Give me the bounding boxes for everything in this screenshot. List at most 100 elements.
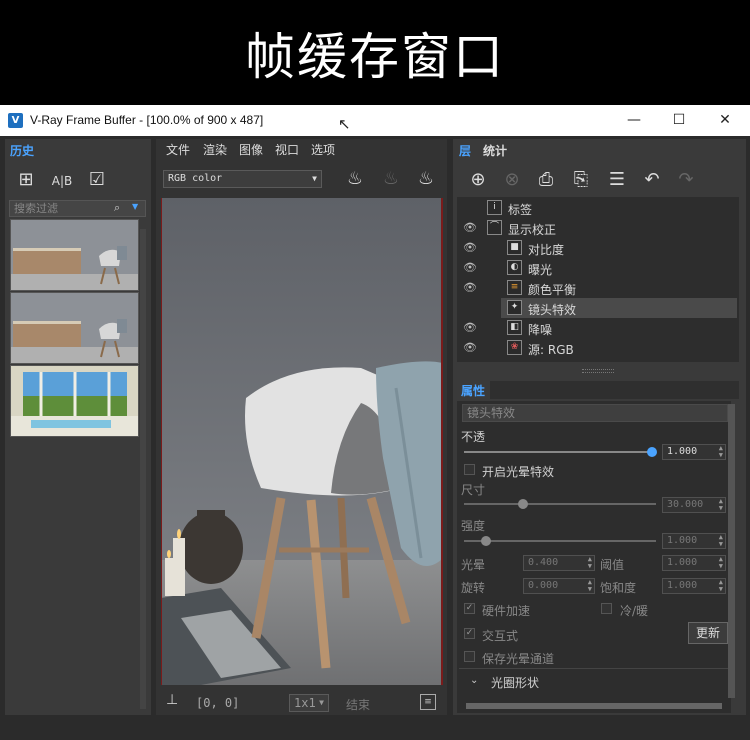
layer-item-contrast[interactable]: 👁 ■ 对比度 — [457, 238, 737, 258]
menu-options[interactable]: 选项 — [311, 141, 335, 158]
hardware-accel-checkbox[interactable]: ✓ — [464, 603, 475, 614]
render-interactive-icon[interactable]: ♨ — [413, 167, 439, 191]
eye-icon[interactable]: 👁 — [463, 321, 477, 334]
properties-scrollbar[interactable] — [728, 404, 735, 698]
intensity-spinner[interactable]: 1.000 ▲ ▼ — [662, 533, 726, 549]
redo-icon[interactable]: ↷ — [673, 168, 699, 192]
chevron-down-icon[interactable]: ⌄ — [470, 675, 478, 686]
search-icon[interactable]: ⌕ — [114, 201, 120, 215]
minimize-button[interactable]: — — [620, 109, 648, 131]
layer-item-color-balance[interactable]: 👁 ≡ 颜色平衡 — [457, 278, 737, 298]
channel-select[interactable]: RGB color ▼ — [163, 170, 322, 188]
layer-item-source-rgb[interactable]: 👁 ❀ 源: RGB — [457, 338, 737, 358]
rotation-spinner[interactable]: 0.000 ▲ ▼ — [523, 578, 595, 594]
properties-header: 属性 — [461, 384, 486, 398]
load-history-icon[interactable]: ☑ — [84, 168, 110, 192]
opacity-slider-knob[interactable] — [647, 447, 657, 457]
threshold-value: 1.000 — [667, 557, 698, 568]
tab-history[interactable]: 历史 — [10, 142, 34, 159]
menu-view[interactable]: 视口 — [275, 141, 299, 158]
splitter-handle[interactable] — [582, 369, 614, 373]
undo-icon[interactable]: ↶ — [639, 168, 665, 192]
save-layers-icon[interactable]: ⎙ — [533, 168, 559, 192]
layer-name: 标签 — [508, 203, 533, 217]
source-rgb-layer-icon: ❀ — [507, 340, 522, 355]
properties-h-scrollbar[interactable] — [466, 703, 722, 709]
eye-icon[interactable]: 👁 — [463, 241, 477, 254]
cold-warm-checkbox[interactable] — [601, 603, 612, 614]
window-title: V-Ray Frame Buffer - [100.0% of 900 x 48… — [30, 113, 264, 127]
effect-type-select[interactable]: 镜头特效 — [462, 404, 728, 422]
layer-item-lens-effects[interactable]: ✦ 镜头特效 — [501, 298, 737, 318]
tab-layers[interactable]: 层 — [459, 142, 471, 159]
history-thumbnail-2[interactable] — [10, 292, 139, 364]
eye-icon[interactable]: 👁 — [463, 281, 477, 294]
delete-layer-icon[interactable]: ⊗ — [499, 168, 525, 192]
hardware-accel-label: 硬件加速 — [482, 604, 531, 618]
layer-item-label[interactable]: i 标签 — [457, 198, 737, 218]
save-to-history-icon[interactable]: ⊞ — [13, 168, 39, 192]
history-thumbnail-3[interactable] — [10, 365, 139, 437]
eye-icon[interactable]: 👁 — [463, 261, 477, 274]
intensity-slider-track[interactable] — [464, 540, 656, 542]
bloom-label: 光晕 — [461, 558, 486, 572]
history-search-input[interactable]: 搜索过滤 — [9, 200, 146, 217]
update-button[interactable]: 更新 — [688, 622, 728, 644]
layer-name: 显示校正 — [508, 223, 557, 237]
render-teapot-icon[interactable]: ♨ — [342, 167, 368, 191]
history-scrollbar[interactable] — [140, 229, 146, 709]
close-button[interactable]: ✕ — [711, 109, 739, 131]
zoom-select[interactable]: 1x1 ▼ — [289, 694, 329, 712]
layer-name: 颜色平衡 — [528, 283, 577, 297]
load-layers-icon[interactable]: ⎘ — [568, 168, 594, 192]
intensity-slider-knob[interactable] — [481, 536, 491, 546]
layer-item-display-correction[interactable]: 👁 ⌒ 显示校正 — [457, 218, 737, 238]
layer-item-denoise[interactable]: 👁 ◧ 降噪 — [457, 318, 737, 338]
layer-name: 对比度 — [528, 243, 565, 257]
saturation-spinner[interactable]: 1.000 ▲ ▼ — [662, 578, 726, 594]
tab-stats[interactable]: 统计 — [483, 142, 507, 159]
interactive-checkbox[interactable]: ✓ — [464, 628, 475, 639]
size-label: 尺寸 — [461, 483, 486, 497]
bloom-spinner[interactable]: 0.400 ▲ ▼ — [523, 555, 595, 571]
zoom-value: 1x1 — [294, 696, 316, 710]
size-spinner[interactable]: 30.000 ▲ ▼ — [662, 497, 726, 513]
menu-file[interactable]: 文件 — [166, 141, 190, 158]
history-thumbnail-1[interactable] — [10, 219, 139, 291]
layer-item-exposure[interactable]: 👁 ◐ 曝光 — [457, 258, 737, 278]
layer-list-icon[interactable]: ☰ — [604, 168, 630, 192]
chevron-down-icon: ▼ — [312, 174, 317, 183]
channel-select-value: RGB color — [168, 173, 223, 184]
aperture-section-label[interactable]: 光圈形状 — [491, 674, 539, 691]
save-bloom-channel-checkbox[interactable] — [464, 651, 475, 662]
title-bar: V V-Ray Frame Buffer - [100.0% of 900 x … — [0, 105, 750, 136]
stop-render-icon[interactable]: ♨ — [378, 167, 404, 191]
curve-layer-icon: ⌒ — [487, 220, 502, 235]
menu-render[interactable]: 渲染 — [203, 141, 227, 158]
opacity-label: 不透 — [461, 430, 486, 444]
enable-bloom-checkbox[interactable] — [464, 464, 475, 475]
layer-name: 降噪 — [528, 323, 553, 337]
interactive-label: 交互式 — [482, 629, 519, 643]
opacity-slider-track[interactable] — [464, 451, 654, 453]
ab-compare-icon[interactable]: A|B — [49, 168, 75, 192]
maximize-button[interactable]: ☐ — [665, 109, 693, 131]
threshold-spinner[interactable]: 1.000 ▲ ▼ — [662, 555, 726, 571]
search-dropdown-icon[interactable]: ▼ — [132, 202, 138, 211]
render-status: 结束 — [346, 698, 371, 712]
eye-icon[interactable]: 👁 — [463, 341, 477, 354]
opacity-spinner[interactable]: 1.000 ▲ ▼ — [662, 444, 726, 460]
render-image[interactable] — [161, 198, 443, 685]
add-layer-icon[interactable]: ⊕ — [465, 168, 491, 192]
banner: 帧缓存窗口 — [0, 0, 750, 105]
pick-pixel-icon[interactable]: ⊥ — [166, 692, 178, 708]
menu-image[interactable]: 图像 — [239, 141, 263, 158]
color-balance-layer-icon: ≡ — [507, 280, 522, 295]
size-slider-track[interactable] — [464, 503, 656, 505]
label-layer-icon: i — [487, 200, 502, 215]
enable-bloom-label: 开启光晕特效 — [482, 465, 555, 479]
denoise-layer-icon: ◧ — [507, 320, 522, 335]
log-icon[interactable]: ≡ — [420, 694, 436, 710]
size-slider-knob[interactable] — [518, 499, 528, 509]
eye-icon[interactable]: 👁 — [463, 221, 477, 234]
